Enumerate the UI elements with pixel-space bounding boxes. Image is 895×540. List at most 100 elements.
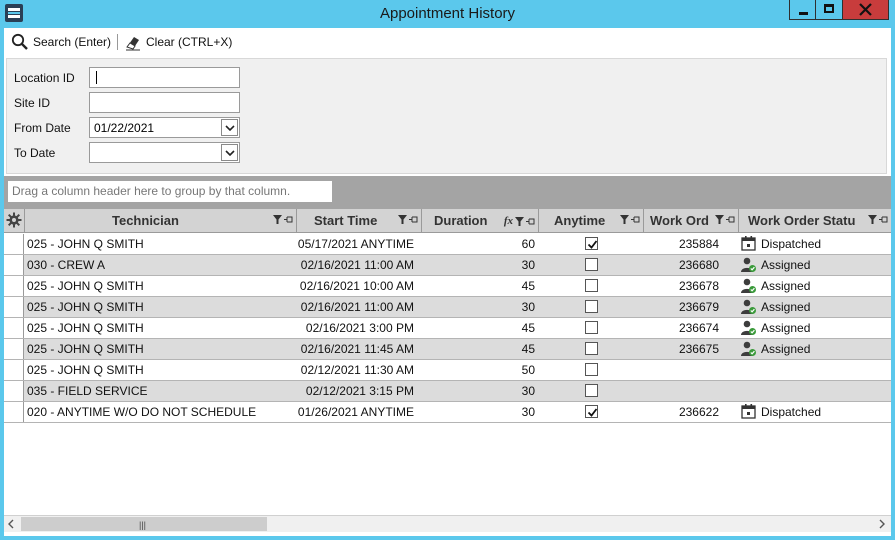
column-header-work-order-status[interactable]: Work Order Statu bbox=[739, 209, 891, 233]
row-selector[interactable] bbox=[4, 381, 24, 401]
duration-cell: 60 bbox=[521, 237, 535, 251]
table-row[interactable]: 020 - ANYTIME W/O DO NOT SCHEDULE 01/26/2… bbox=[4, 402, 891, 423]
work-order-cell: 235884 bbox=[678, 237, 719, 251]
filter-icon[interactable] bbox=[715, 215, 724, 224]
person-icon bbox=[740, 340, 757, 357]
scroll-right-icon[interactable] bbox=[878, 519, 886, 529]
pin-icon[interactable] bbox=[284, 215, 293, 224]
anytime-checkbox[interactable] bbox=[585, 342, 598, 355]
gear-icon bbox=[6, 212, 22, 228]
row-selector[interactable] bbox=[4, 402, 24, 422]
anytime-checkbox[interactable] bbox=[585, 237, 598, 250]
row-selector[interactable] bbox=[4, 360, 24, 380]
person-icon bbox=[740, 277, 757, 294]
chevron-down-icon bbox=[225, 125, 235, 131]
duration-cell: 45 bbox=[521, 321, 535, 335]
work-order-status-cell: Assigned bbox=[761, 342, 811, 356]
column-header-work-order[interactable]: Work Ord bbox=[644, 209, 739, 233]
table-row[interactable]: 025 - JOHN Q SMITH 05/17/2021 ANYTIME 60 23… bbox=[4, 234, 891, 255]
anytime-checkbox[interactable] bbox=[585, 279, 598, 292]
row-selector[interactable] bbox=[4, 339, 24, 359]
calendar-icon bbox=[740, 235, 757, 252]
technician-cell: 035 - FIELD SERVICE bbox=[27, 384, 148, 398]
formula-icon[interactable]: fx bbox=[504, 215, 513, 227]
work-order-cell: 236674 bbox=[678, 321, 719, 335]
horizontal-scrollbar[interactable]: ||| bbox=[4, 515, 891, 532]
window-title: Appointment History bbox=[379, 5, 516, 22]
pin-icon[interactable] bbox=[409, 215, 418, 224]
table-row[interactable]: 030 - CREW A 02/16/2021 11:00 AM 30 236680 A… bbox=[4, 255, 891, 276]
start-time-cell: 02/16/2021 11:00 AM bbox=[300, 258, 414, 272]
from-date-picker[interactable]: 01/22/2021 bbox=[89, 117, 240, 138]
start-time-cell: 02/16/2021 11:45 AM bbox=[300, 342, 414, 356]
minimize-button[interactable] bbox=[789, 0, 816, 20]
pin-icon[interactable] bbox=[631, 215, 640, 224]
column-header-start-time[interactable]: Start Time bbox=[297, 209, 422, 233]
table-row[interactable]: 025 - JOHN Q SMITH 02/16/2021 10:00 AM 45 2… bbox=[4, 276, 891, 297]
row-selector[interactable] bbox=[4, 255, 24, 275]
row-selector[interactable] bbox=[4, 234, 24, 254]
anytime-checkbox[interactable] bbox=[585, 405, 598, 418]
anytime-checkbox[interactable] bbox=[585, 300, 598, 313]
start-time-cell: 02/12/2021 3:15 PM bbox=[305, 384, 414, 398]
client-area: Search (Enter) Clear (CTRL+X) Location I… bbox=[4, 28, 891, 536]
filter-icon[interactable] bbox=[868, 215, 877, 224]
table-row[interactable]: 025 - JOHN Q SMITH 02/16/2021 3:00 PM 45 23… bbox=[4, 318, 891, 339]
anytime-checkbox[interactable] bbox=[585, 384, 598, 397]
appointment-history-window: Appointment History Search (Enter) Clear… bbox=[0, 0, 895, 540]
technician-cell: 020 - ANYTIME W/O DO NOT SCHEDULE bbox=[27, 405, 257, 419]
start-time-cell: 01/26/2021 ANYTIME bbox=[297, 405, 414, 419]
column-header-technician[interactable]: Technician bbox=[25, 209, 297, 233]
filter-icon[interactable] bbox=[620, 215, 629, 224]
appointments-grid: Technician Start Time Duration fx Anytim… bbox=[4, 209, 891, 515]
duration-cell: 30 bbox=[521, 384, 535, 398]
pin-icon[interactable] bbox=[526, 217, 535, 226]
to-date-picker[interactable] bbox=[89, 142, 240, 163]
to-date-dropdown-button[interactable] bbox=[221, 144, 238, 161]
anytime-checkbox[interactable] bbox=[585, 321, 598, 334]
maximize-button[interactable] bbox=[816, 0, 843, 20]
from-date-value: 01/22/2021 bbox=[94, 121, 155, 135]
work-order-cell: 236678 bbox=[678, 279, 719, 293]
duration-cell: 50 bbox=[521, 363, 535, 377]
anytime-checkbox[interactable] bbox=[585, 258, 598, 271]
table-row[interactable]: 035 - FIELD SERVICE 02/12/2021 3:15 PM 30 bbox=[4, 381, 891, 402]
clear-button[interactable]: Clear (CTRL+X) bbox=[124, 32, 232, 52]
column-header-work-order-status-label: Work Order Statu bbox=[748, 213, 856, 228]
row-selector[interactable] bbox=[4, 276, 24, 296]
start-time-cell: 05/17/2021 ANYTIME bbox=[297, 237, 414, 251]
column-header-anytime-label: Anytime bbox=[554, 213, 606, 228]
pin-icon[interactable] bbox=[879, 215, 888, 224]
scrollbar-thumb[interactable]: ||| bbox=[21, 517, 267, 531]
site-id-input[interactable] bbox=[89, 92, 240, 113]
grid-header-row: Technician Start Time Duration fx Anytim… bbox=[4, 209, 891, 233]
column-header-duration[interactable]: Duration fx bbox=[422, 209, 539, 233]
table-row[interactable]: 025 - JOHN Q SMITH 02/16/2021 11:45 AM 45 2… bbox=[4, 339, 891, 360]
column-header-anytime[interactable]: Anytime bbox=[539, 209, 644, 233]
column-chooser-button[interactable] bbox=[4, 209, 25, 233]
anytime-checkbox[interactable] bbox=[585, 363, 598, 376]
row-selector[interactable] bbox=[4, 297, 24, 317]
technician-cell: 025 - JOHN Q SMITH bbox=[27, 321, 144, 335]
to-date-label: To Date bbox=[14, 146, 56, 160]
text-cursor bbox=[96, 71, 97, 84]
scroll-left-icon[interactable] bbox=[7, 519, 15, 529]
filter-panel: Location ID Site ID From Date 01/22/2021… bbox=[6, 58, 887, 174]
filter-icon[interactable] bbox=[273, 215, 282, 224]
pin-icon[interactable] bbox=[726, 215, 735, 224]
close-button[interactable] bbox=[843, 0, 889, 20]
work-order-status-cell: Dispatched bbox=[761, 405, 822, 419]
group-by-panel[interactable]: Drag a column header here to group by th… bbox=[4, 176, 891, 209]
row-selector[interactable] bbox=[4, 318, 24, 338]
location-id-input[interactable] bbox=[89, 67, 240, 88]
table-row[interactable]: 025 - JOHN Q SMITH 02/16/2021 11:00 AM 30 2… bbox=[4, 297, 891, 318]
from-date-dropdown-button[interactable] bbox=[221, 119, 238, 136]
technician-cell: 025 - JOHN Q SMITH bbox=[27, 342, 144, 356]
title-bar[interactable]: Appointment History bbox=[0, 0, 895, 28]
filter-icon[interactable] bbox=[398, 215, 407, 224]
checkmark-icon bbox=[587, 240, 598, 249]
table-row[interactable]: 025 - JOHN Q SMITH 02/12/2021 11:30 AM 50 bbox=[4, 360, 891, 381]
eraser-icon bbox=[126, 37, 140, 51]
search-button[interactable]: Search (Enter) bbox=[11, 32, 111, 52]
filter-icon[interactable] bbox=[515, 216, 524, 226]
